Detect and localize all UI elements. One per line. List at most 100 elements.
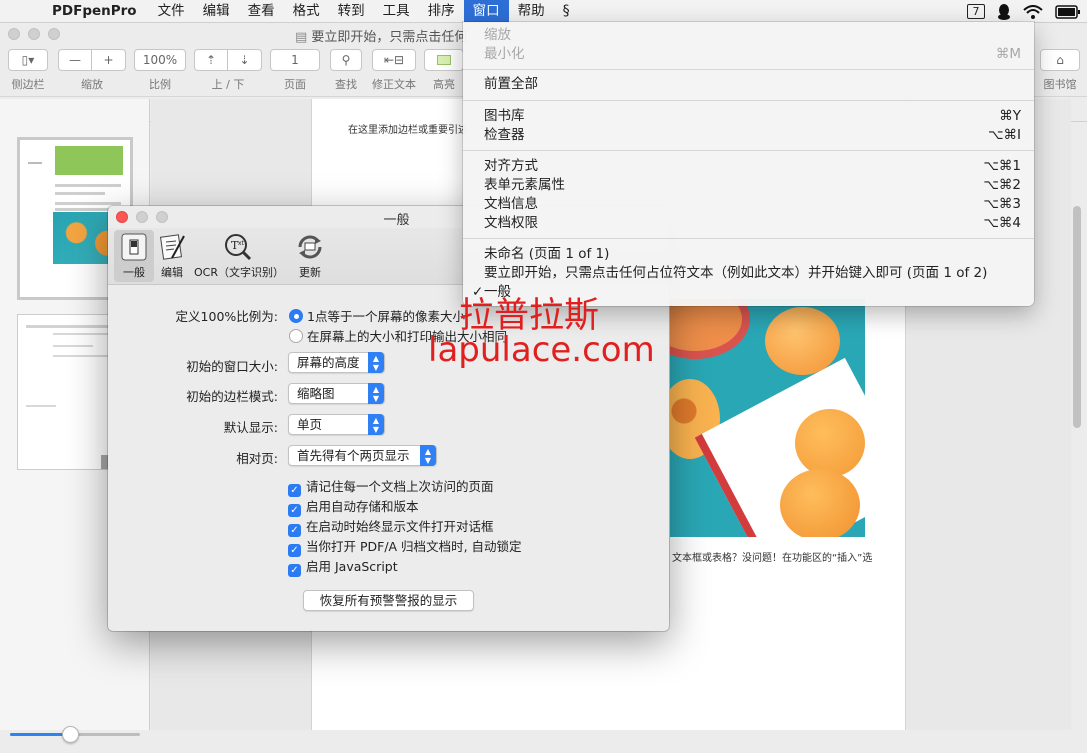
menu-item-library[interactable]: 图书库 ⌘Y xyxy=(463,107,1034,126)
menu-item-inspector[interactable]: 检查器 ⌥⌘I xyxy=(463,126,1034,145)
correct-text-button[interactable]: ⇤⊟ xyxy=(372,49,416,71)
default-display-popup[interactable]: 单页 ▲ ▼ xyxy=(288,414,385,435)
thumbnail-zoom-slider[interactable] xyxy=(10,726,140,743)
watermark-text-url: lapulace.com xyxy=(428,330,655,370)
checkbox-open-dialog[interactable]: ✓ 在启动时始终显示文件打开对话框 xyxy=(288,516,494,537)
menu-app-name[interactable]: PDFpenPro xyxy=(42,0,149,23)
window-size-popup[interactable]: 屏幕的高度 ▲ ▼ xyxy=(288,352,385,373)
menu-item-bring-all-front[interactable]: 前置全部 xyxy=(463,75,1034,94)
page-top-text[interactable]: 在这里添加边栏或重要引述 xyxy=(348,121,468,136)
svg-text:xt: xt xyxy=(238,240,245,247)
highlight-label: 高亮 xyxy=(433,78,455,91)
tab-ocr[interactable]: Txt OCR（文字识别） xyxy=(194,230,284,282)
fullscreen-button[interactable] xyxy=(48,28,60,40)
radio-unselected[interactable] xyxy=(289,329,303,343)
menu-bar: PDFpenPro 文件 编辑 查看 格式 转到 工具 排序 窗口 帮助 § 7 xyxy=(0,0,1087,23)
page-bottom-text[interactable]: 文本框或表格？没问题！在功能区的“插入”选 xyxy=(672,549,872,564)
library-label: 图书馆 xyxy=(1043,78,1077,91)
scale-setting-label: 定义100%比例为: xyxy=(175,309,278,324)
menu-separator xyxy=(463,150,1034,151)
popup-arrows-icon: ▲ ▼ xyxy=(368,383,384,404)
sidebar-mode-popup[interactable]: 缩略图 ▲ ▼ xyxy=(288,383,385,404)
checkbox-pdfa-lock[interactable]: ✓ 当你打开 PDF/A 归档文档时, 自动锁定 xyxy=(288,536,522,557)
checkbox-autosave[interactable]: ✓ 启用自动存储和版本 xyxy=(288,496,419,517)
popup-arrows-icon: ▲ ▼ xyxy=(420,445,436,466)
popup-arrows-icon: ▲ ▼ xyxy=(368,352,384,373)
tab-editing[interactable]: 编辑 xyxy=(154,230,190,282)
minimize-button[interactable] xyxy=(28,28,40,40)
script-menu-icon[interactable]: § xyxy=(554,0,579,23)
sidebar-mode-label: 初始的边栏模式: xyxy=(186,389,278,404)
switch-icon xyxy=(114,230,154,264)
calendar-badge[interactable]: 7 xyxy=(967,4,985,19)
menu-item-minimize: 最小化 ⌘M xyxy=(484,46,1021,62)
radio-selected[interactable] xyxy=(289,309,303,323)
page-down-button[interactable]: ⇣ xyxy=(228,49,262,71)
highlight-button[interactable] xyxy=(424,49,464,71)
highlight-color-icon xyxy=(437,55,451,65)
arrow-down-icon: ⇣ xyxy=(239,53,250,67)
search-button[interactable]: ⚲ xyxy=(330,49,362,71)
battery-icon[interactable] xyxy=(1055,4,1081,19)
tab-editing-label: 编辑 xyxy=(161,266,183,279)
menu-arrange[interactable]: 排序 xyxy=(419,0,464,23)
default-display-label: 默认显示: xyxy=(223,420,278,435)
edit-pen-icon xyxy=(154,230,190,264)
updown-label: 上 / 下 xyxy=(211,78,245,91)
page-up-button[interactable]: ⇡ xyxy=(194,49,228,71)
library-button[interactable]: ⌂ xyxy=(1040,49,1080,71)
menu-window[interactable]: 窗口 xyxy=(463,0,509,23)
menu-format[interactable]: 格式 xyxy=(284,0,329,23)
menu-tools[interactable]: 工具 xyxy=(374,0,419,23)
menu-separator xyxy=(463,100,1034,101)
close-button[interactable] xyxy=(8,28,20,40)
popup-arrows-icon: ▲ ▼ xyxy=(368,414,384,435)
menu-edit[interactable]: 编辑 xyxy=(194,0,239,23)
slider-fill xyxy=(10,733,70,736)
window-title: ▤ 要立即开始，只需点击任何 xyxy=(295,30,468,45)
tab-general[interactable]: 一般 xyxy=(114,230,154,282)
correct-text-icon: ⇤⊟ xyxy=(383,53,405,67)
menu-item-document-info[interactable]: 文档信息 ⌥⌘3 xyxy=(463,195,1034,214)
document-icon: ▤ xyxy=(295,30,312,45)
tab-update-label: 更新 xyxy=(299,266,321,279)
scale-option-pixel[interactable]: 1点等于一个屏幕的像素大小 xyxy=(289,306,465,325)
apricot-photo xyxy=(670,299,865,537)
menu-item-zoom: 缩放 xyxy=(484,27,511,43)
sidebar-label: 侧边栏 xyxy=(11,78,45,91)
update-icon xyxy=(288,230,332,264)
checkbox-remember-page[interactable]: ✓ 请记住每一个文档上次访问的页面 xyxy=(288,476,494,497)
menu-item-document-permissions[interactable]: 文档权限 ⌥⌘4 xyxy=(463,214,1034,233)
facing-pages-popup[interactable]: 首先得有个两页显示 ▲ ▼ xyxy=(288,445,437,466)
page-label: 页面 xyxy=(284,78,306,91)
wifi-icon[interactable] xyxy=(1023,4,1043,19)
menu-item-window-untitled[interactable]: 未命名 (页面 1 of 1) xyxy=(463,245,1034,264)
sidebar-toggle-button[interactable]: ▯▾ xyxy=(8,49,48,71)
menu-help[interactable]: 帮助 xyxy=(509,0,554,23)
scale-label: 比例 xyxy=(149,78,171,91)
menu-go[interactable]: 转到 xyxy=(329,0,374,23)
window-size-label: 初始的窗口大小: xyxy=(186,359,278,374)
menu-item-form-properties[interactable]: 表单元素属性 ⌥⌘2 xyxy=(463,176,1034,195)
tab-update[interactable]: 更新 xyxy=(288,230,332,282)
menu-file[interactable]: 文件 xyxy=(149,0,194,23)
tab-ocr-label: OCR（文字识别） xyxy=(194,266,284,279)
checkbox-javascript[interactable]: ✓ 启用 JavaScript xyxy=(288,556,398,577)
facing-pages-label: 相对页: xyxy=(236,451,278,466)
tab-general-label: 一般 xyxy=(123,266,145,279)
page-number-field[interactable]: 1 xyxy=(270,49,320,71)
menu-item-alignment[interactable]: 对齐方式 ⌥⌘1 xyxy=(463,157,1034,176)
zoom-in-button[interactable]: + xyxy=(92,49,126,71)
zoom-out-button[interactable]: — xyxy=(58,49,92,71)
vertical-scrollbar[interactable] xyxy=(1073,206,1081,428)
scale-field[interactable]: 100% xyxy=(134,49,186,71)
sidebar-icon: ▯▾ xyxy=(21,53,35,67)
qq-icon[interactable] xyxy=(997,3,1011,20)
search-label: 查找 xyxy=(335,78,357,91)
reset-alerts-button[interactable]: 恢复所有预警警报的显示 xyxy=(303,590,474,611)
slider-knob[interactable] xyxy=(61,726,79,743)
checkmark-icon[interactable]: ✓ xyxy=(288,564,301,577)
correct-text-label: 修正文本 xyxy=(372,78,416,91)
menu-item-window-document[interactable]: 要立即开始，只需点击任何占位符文本（例如此文本）并开始键入即可 (页面 1 of… xyxy=(463,264,1034,283)
menu-view[interactable]: 查看 xyxy=(239,0,284,23)
